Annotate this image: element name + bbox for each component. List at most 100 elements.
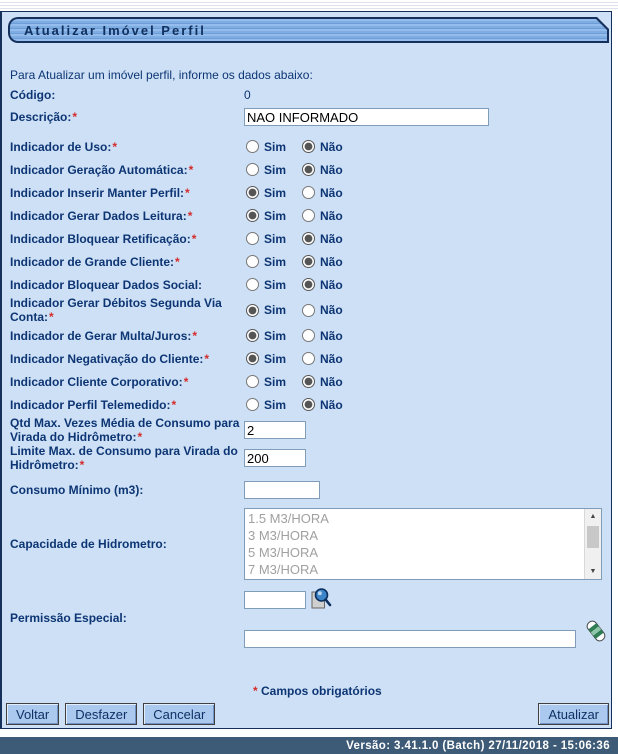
required-asterisk: * xyxy=(192,232,197,246)
permissao-display-field xyxy=(244,630,576,648)
indicator-row: Indicador Bloquear Retificação:* Sim Não xyxy=(6,227,609,250)
radio-nao[interactable] xyxy=(302,398,315,411)
scroll-up-icon[interactable]: ▲ xyxy=(585,509,601,524)
qtd-max-row: Qtd Max. Vezes Média de Consumo para Vir… xyxy=(6,416,609,444)
radio-nao-label: Não xyxy=(320,303,343,317)
required-asterisk: * xyxy=(189,163,194,177)
descricao-row: Descrição:* xyxy=(6,106,609,128)
radio-sim[interactable] xyxy=(246,209,259,222)
indicator-row: Indicador Inserir Manter Perfil:* Sim Nã… xyxy=(6,181,609,204)
scroll-down-icon[interactable]: ▼ xyxy=(585,564,601,579)
listbox-scrollbar[interactable]: ▲ ▼ xyxy=(584,509,601,579)
listbox-option: 3 M3/HORA xyxy=(248,527,601,544)
required-asterisk: * xyxy=(80,458,85,472)
radio-nao[interactable] xyxy=(302,232,315,245)
indicator-label: Indicador de Gerar Multa/Juros: xyxy=(10,329,191,343)
radio-sim[interactable] xyxy=(246,352,259,365)
codigo-row: Código: 0 xyxy=(6,87,609,103)
radio-nao[interactable] xyxy=(302,329,315,342)
radio-nao[interactable] xyxy=(302,304,315,317)
indicator-label: Indicador Gerar Débitos Segunda Via Cont… xyxy=(10,296,222,324)
version-text: Versão: 3.41.1.0 (Batch) 27/11/2018 - 15… xyxy=(346,740,610,752)
radio-sim-label: Sim xyxy=(264,352,286,366)
desfazer-button[interactable]: Desfazer xyxy=(65,703,137,725)
indicator-label: Indicador Gerar Dados Leitura: xyxy=(10,209,187,223)
indicator-label: Indicador Bloquear Retificação: xyxy=(10,232,191,246)
permissao-label: Permissão Especial: xyxy=(10,611,127,625)
radio-sim[interactable] xyxy=(246,375,259,388)
titlebar: Atualizar Imóvel Perfil xyxy=(8,17,609,43)
indicator-label: Indicador Geração Automática: xyxy=(10,163,188,177)
form: Para Atualizar um imóvel perfil, informe… xyxy=(2,68,617,648)
indicator-row: Indicador Gerar Débitos Segunda Via Cont… xyxy=(6,296,609,324)
required-asterisk: * xyxy=(171,398,176,412)
permissao-input[interactable] xyxy=(244,591,306,609)
button-bar: Voltar Desfazer Cancelar Atualizar xyxy=(6,703,609,725)
indicator-label: Indicador Negativação do Cliente: xyxy=(10,352,203,366)
indicator-label: Indicador Cliente Corporativo: xyxy=(10,375,183,389)
capacidade-listbox: 1.5 M3/HORA3 M3/HORA5 M3/HORA7 M3/HORA ▲… xyxy=(244,508,602,580)
indicator-label: Indicador de Grande Cliente: xyxy=(10,255,174,269)
radio-sim[interactable] xyxy=(246,255,259,268)
atualizar-button[interactable]: Atualizar xyxy=(538,703,609,725)
qtd-max-input[interactable] xyxy=(244,421,306,439)
radio-sim[interactable] xyxy=(246,304,259,317)
radio-sim[interactable] xyxy=(246,232,259,245)
window-frame: Atualizar Imóvel Perfil Para Atualizar u… xyxy=(0,11,612,729)
required-fields-note: * Campos obrigatórios xyxy=(252,684,382,698)
radio-nao[interactable] xyxy=(302,278,315,291)
indicator-row: Indicador de Uso:* Sim Não xyxy=(6,135,609,158)
voltar-button[interactable]: Voltar xyxy=(6,703,59,725)
indicator-label: Indicador Perfil Telemedido: xyxy=(10,398,170,412)
top-decorative-stripes xyxy=(0,0,618,11)
radio-sim[interactable] xyxy=(246,278,259,291)
radio-nao-label: Não xyxy=(320,352,343,366)
radio-nao[interactable] xyxy=(302,163,315,176)
radio-sim-label: Sim xyxy=(264,255,286,269)
radio-nao[interactable] xyxy=(302,352,315,365)
required-asterisk: * xyxy=(72,110,77,124)
radio-sim-label: Sim xyxy=(264,186,286,200)
required-asterisk: * xyxy=(204,352,209,366)
consumo-minimo-row: Consumo Mínimo (m3): xyxy=(6,477,609,503)
radio-sim-label: Sim xyxy=(264,163,286,177)
radio-sim-label: Sim xyxy=(264,278,286,292)
radio-nao-label: Não xyxy=(320,186,343,200)
descricao-input[interactable] xyxy=(244,108,489,126)
radio-sim[interactable] xyxy=(246,163,259,176)
radio-sim[interactable] xyxy=(246,329,259,342)
required-asterisk: * xyxy=(185,186,190,200)
window-content: Atualizar Imóvel Perfil Para Atualizar u… xyxy=(2,12,617,728)
cancelar-button[interactable]: Cancelar xyxy=(143,703,215,725)
magnifier-document-icon[interactable] xyxy=(308,587,332,611)
page: Atualizar Imóvel Perfil Para Atualizar u… xyxy=(0,0,618,754)
radio-sim-label: Sim xyxy=(264,232,286,246)
radio-nao[interactable] xyxy=(302,209,315,222)
required-asterisk: * xyxy=(175,255,180,269)
limite-max-row: Limite Max. de Consumo para Virada do Hi… xyxy=(6,444,609,472)
radio-sim[interactable] xyxy=(246,398,259,411)
radio-nao[interactable] xyxy=(302,140,315,153)
radio-sim[interactable] xyxy=(246,186,259,199)
radio-sim-label: Sim xyxy=(264,209,286,223)
radio-nao[interactable] xyxy=(302,255,315,268)
radio-nao[interactable] xyxy=(302,186,315,199)
radio-sim[interactable] xyxy=(246,140,259,153)
scrollbar-thumb[interactable] xyxy=(587,526,599,548)
radio-nao-label: Não xyxy=(320,375,343,389)
limite-max-input[interactable] xyxy=(244,449,306,467)
eraser-icon[interactable] xyxy=(583,616,609,646)
page-title: Atualizar Imóvel Perfil xyxy=(10,23,206,38)
indicator-row: Indicador Cliente Corporativo:* Sim Não xyxy=(6,370,609,393)
indicator-label: Indicador Inserir Manter Perfil: xyxy=(10,186,184,200)
indicator-row: Indicador de Gerar Multa/Juros:* Sim Não xyxy=(6,324,609,347)
indicator-row: Indicador Perfil Telemedido:* Sim Não xyxy=(6,393,609,416)
qtd-max-label: Qtd Max. Vezes Média de Consumo para Vir… xyxy=(10,416,239,444)
radio-nao-label: Não xyxy=(320,140,343,154)
indicator-label: Indicador de Uso: xyxy=(10,140,111,154)
indicator-row: Indicador Geração Automática:* Sim Não xyxy=(6,158,609,181)
codigo-value: 0 xyxy=(244,88,251,102)
indicator-row: Indicador Bloquear Dados Social: Sim Não xyxy=(6,273,609,296)
radio-nao[interactable] xyxy=(302,375,315,388)
indicator-row: Indicador Gerar Dados Leitura:* Sim Não xyxy=(6,204,609,227)
